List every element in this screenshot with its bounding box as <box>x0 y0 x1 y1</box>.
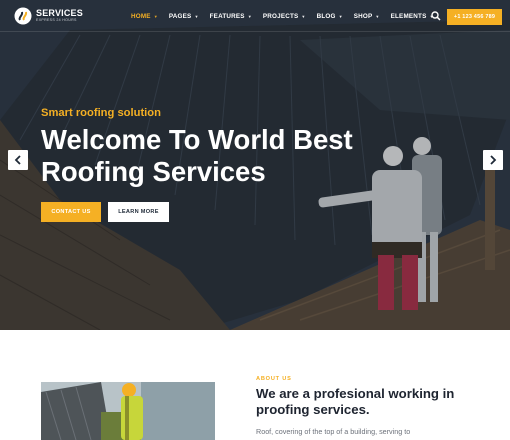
nav-item-home[interactable]: HOME ▼ <box>131 13 158 20</box>
phone-button[interactable]: +1 123 456 789 <box>447 9 502 25</box>
logo-subtitle: EXPRESS 24 HOURS <box>36 18 77 23</box>
about-kicker: ABOUT US <box>256 376 292 382</box>
logo-title: SERVICES <box>36 8 83 19</box>
nav-item-label: ELEMENTS <box>390 12 427 20</box>
nav-item-label: PAGES <box>168 12 192 20</box>
contact-us-button[interactable]: CONTACT US <box>41 202 101 222</box>
about-photo <box>41 382 215 440</box>
site-header: SERVICES EXPRESS 24 HOURS HOME ▼ PAGES ▼ F… <box>0 0 510 32</box>
nav-item-blog[interactable]: BLOG ▼ <box>317 13 343 20</box>
chevron-down-icon: ▼ <box>338 13 343 19</box>
learn-more-button[interactable]: LEARN MORE <box>108 202 169 222</box>
main-nav: HOME ▼ PAGES ▼ FEATURES ▼ PROJECTS ▼ BLOG ▼ S… <box>131 0 445 32</box>
chevron-down-icon: ▼ <box>194 13 199 19</box>
chevron-down-icon: ▼ <box>301 13 306 19</box>
chevron-down-icon: ▼ <box>153 13 158 19</box>
nav-item-label: PROJECTS <box>262 12 299 20</box>
nav-item-shop[interactable]: SHOP ▼ <box>354 13 380 20</box>
site-logo[interactable]: SERVICES EXPRESS 24 HOURS <box>14 7 83 25</box>
nav-item-label: FEATURES <box>209 12 245 20</box>
slider-next-button[interactable] <box>483 150 503 170</box>
chevron-right-icon <box>490 155 497 165</box>
nav-item-label: BLOG <box>316 12 336 20</box>
nav-item-features[interactable]: FEATURES ▼ <box>210 13 252 20</box>
search-icon[interactable] <box>431 11 441 21</box>
nav-item-label: HOME <box>131 12 151 20</box>
nav-item-elements[interactable]: ELEMENTS ▼ <box>391 13 434 20</box>
about-title: We are a profesional working in proofing… <box>256 386 455 417</box>
nav-item-label: SHOP <box>353 12 373 20</box>
chevron-down-icon: ▼ <box>247 13 252 19</box>
nav-item-projects[interactable]: PROJECTS ▼ <box>263 13 306 20</box>
hero-slider: SERVICES EXPRESS 24 HOURS HOME ▼ PAGES ▼ F… <box>0 0 510 330</box>
chevron-left-icon <box>14 155 21 165</box>
hero-title: Welcome To World Best Roofing Services <box>41 124 353 187</box>
hero-kicker: Smart roofing solution <box>41 107 161 119</box>
chevron-down-icon: ▼ <box>375 13 380 19</box>
slider-prev-button[interactable] <box>8 150 28 170</box>
logo-icon <box>14 7 32 25</box>
about-text: Roof, covering of the top of a building,… <box>256 427 411 436</box>
nav-item-pages[interactable]: PAGES ▼ <box>169 13 199 20</box>
about-image <box>41 382 215 440</box>
